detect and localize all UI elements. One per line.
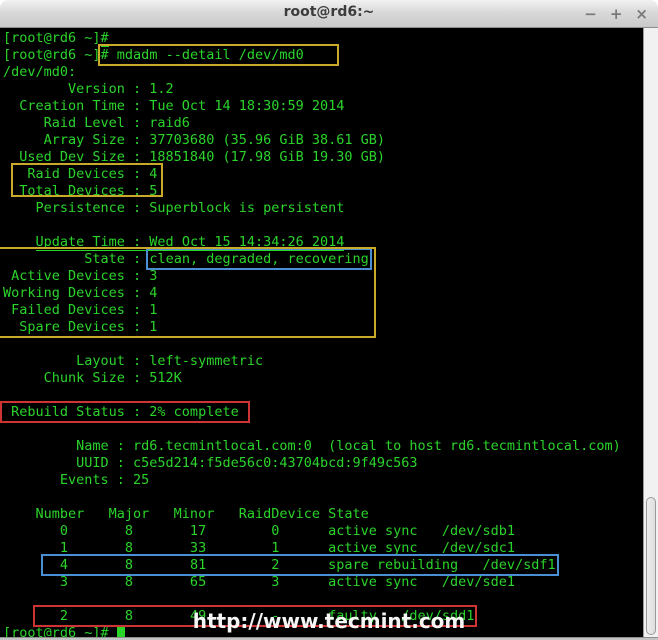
- terminal-line: [3, 387, 643, 404]
- terminal-line: Events : 25: [3, 472, 643, 489]
- highlighted-text: 2 8 49 - faulty /dev/sdd1: [36, 608, 475, 624]
- terminal-line: Number Major Minor RaidDevice State: [3, 506, 643, 523]
- terminal-text: Number Major Minor RaidDevice State: [3, 506, 369, 522]
- close-button[interactable]: ×: [635, 7, 648, 22]
- terminal-text: Chunk Size : 512K: [3, 370, 182, 386]
- terminal-text: 1 8 33 1 active sync /dev/sdc1: [3, 540, 515, 556]
- terminal-line: Spare Devices : 1: [3, 319, 643, 336]
- terminal-text: [3, 234, 36, 250]
- window-controls: − + ×: [584, 0, 648, 28]
- terminal-line: Raid Level : raid6: [3, 115, 643, 132]
- terminal-text: Raid Devices : 4: [3, 166, 157, 182]
- terminal-line: 4 8 81 2 spare rebuilding /dev/sdf1: [3, 557, 643, 574]
- terminal-text: Events : 25: [3, 472, 149, 488]
- terminal-text: /dev/md0:: [3, 64, 76, 80]
- terminal-text: #: [101, 30, 109, 47]
- terminal-text: [root@rd6 ~]#: [3, 625, 117, 637]
- terminal-text: Creation Time : Tue Oct 14 18:30:59 2014: [3, 98, 344, 114]
- terminal-cursor: [117, 627, 125, 637]
- terminal-line: [root@rd6 ~]# mdadm --detail /dev/md0: [3, 47, 643, 64]
- terminal-text: 0 8 17 0 active sync /dev/sdb1: [3, 523, 515, 539]
- scrollbar[interactable]: [643, 28, 658, 637]
- title-bar[interactable]: root@rd6:~ − + ×: [0, 0, 658, 28]
- highlighted-text: Rebuild Status : 2% complete: [3, 404, 247, 420]
- terminal-line: [root@rd6 ~]#: [3, 625, 643, 637]
- terminal-line: [3, 336, 643, 353]
- terminal-line: [3, 217, 643, 234]
- terminal-text: Array Size : 37703680 (35.96 GiB 38.61 G…: [3, 132, 385, 148]
- terminal-text: UUID : c5e5d214:f5de56c0:43704bcd:9f49c5…: [3, 455, 418, 471]
- terminal-line: Creation Time : Tue Oct 14 18:30:59 2014: [3, 98, 643, 115]
- terminal-line: Persistence : Superblock is persistent: [3, 200, 643, 217]
- window-title: root@rd6:~: [0, 4, 658, 20]
- terminal-line: Working Devices : 4: [3, 285, 643, 302]
- minimize-button[interactable]: −: [584, 7, 597, 22]
- terminal-line: Active Devices : 3: [3, 268, 643, 285]
- terminal-line: Chunk Size : 512K: [3, 370, 643, 387]
- terminal-line: State : clean, degraded, recovering: [3, 251, 643, 268]
- scrollbar-thumb[interactable]: [646, 497, 656, 635]
- terminal-text: Working Devices : 4: [3, 285, 157, 301]
- terminal-line: Failed Devices : 1: [3, 302, 643, 319]
- terminal-text: [3, 608, 36, 624]
- terminal-line: [3, 421, 643, 438]
- terminal-line: Rebuild Status : 2% complete: [3, 404, 643, 421]
- terminal-line: Update Time : Wed Oct 15 14:34:26 2014: [3, 234, 643, 251]
- terminal-line: Used Dev Size : 18851840 (17.98 GiB 19.3…: [3, 149, 643, 166]
- terminal-text: Version : 1.2: [3, 81, 174, 97]
- terminal-line: UUID : c5e5d214:f5de56c0:43704bcd:9f49c5…: [3, 455, 643, 472]
- terminal-line: [3, 591, 643, 608]
- terminal-text: [root@rd6 ~]: [3, 30, 101, 46]
- terminal-text: Active Devices : 3: [3, 268, 157, 284]
- terminal-text: Persistence : Superblock is persistent: [3, 200, 344, 216]
- terminal-line: Total Devices : 5: [3, 183, 643, 200]
- terminal-text: [root@rd6 ~]: [3, 47, 101, 63]
- terminal-line: 0 8 17 0 active sync /dev/sdb1: [3, 523, 643, 540]
- terminal-window: root@rd6:~ − + × [root@rd6 ~]#[root@rd6 …: [0, 0, 658, 640]
- terminal-text: State :: [3, 251, 149, 267]
- maximize-button[interactable]: +: [610, 7, 623, 22]
- terminal-line: 1 8 33 1 active sync /dev/sdc1: [3, 540, 643, 557]
- terminal-line: 2 8 49 - faulty /dev/sdd1: [3, 608, 643, 625]
- terminal-line: Array Size : 37703680 (35.96 GiB 38.61 G…: [3, 132, 643, 149]
- terminal-text: Layout : left-symmetric: [3, 353, 263, 369]
- terminal-line: Version : 1.2: [3, 81, 643, 98]
- terminal-text: Update Time : Wed Oct 15 14:34:26 2014: [36, 234, 345, 251]
- terminal-line: /dev/md0:: [3, 64, 643, 81]
- terminal-line: Name : rd6.tecmintlocal.com:0 (local to …: [3, 438, 643, 455]
- terminal-text: Spare Devices : 1: [3, 319, 157, 335]
- highlighted-text: clean, degraded, recovering: [149, 251, 368, 267]
- terminal-text: Name : rd6.tecmintlocal.com:0 (local to …: [3, 438, 621, 454]
- terminal-text: Failed Devices : 1: [3, 302, 157, 318]
- highlighted-text: # mdadm --detail /dev/md0: [101, 47, 337, 63]
- terminal-line: 3 8 65 3 active sync /dev/sde1: [3, 574, 643, 591]
- terminal-line: [root@rd6 ~]#: [3, 30, 643, 47]
- terminal-line: [3, 489, 643, 506]
- highlighted-text: 4 8 81 2 spare rebuilding /dev/sdf1: [44, 557, 556, 573]
- terminal-screen[interactable]: [root@rd6 ~]#[root@rd6 ~]# mdadm --detai…: [0, 28, 643, 637]
- terminal-line: Layout : left-symmetric: [3, 353, 643, 370]
- terminal-text: Used Dev Size : 18851840 (17.98 GiB 19.3…: [3, 149, 385, 165]
- terminal-line: Raid Devices : 4: [3, 166, 643, 183]
- terminal-text: Total Devices : 5: [3, 183, 157, 199]
- terminal-text: Raid Level : raid6: [3, 115, 190, 131]
- terminal-text: [3, 557, 44, 573]
- terminal-text: 3 8 65 3 active sync /dev/sde1: [3, 574, 515, 590]
